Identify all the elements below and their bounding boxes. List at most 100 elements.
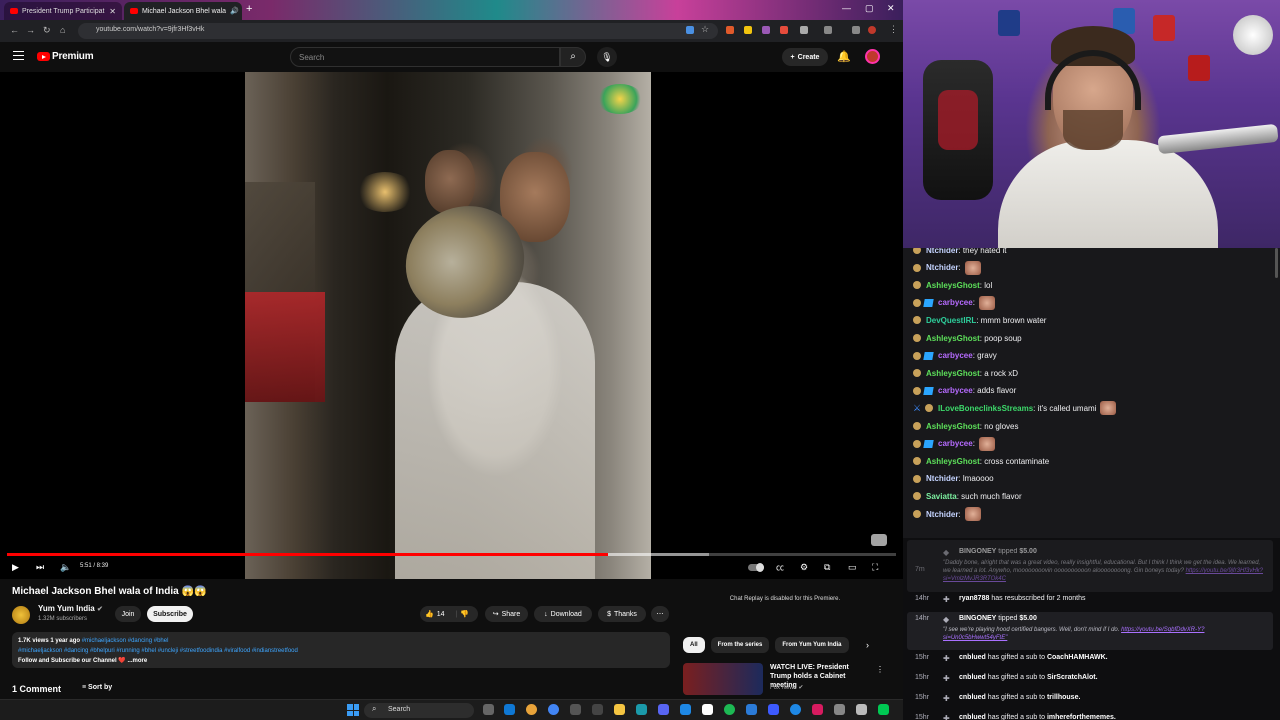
subscriber-badge-icon[interactable] — [913, 316, 921, 325]
sidebar-icon[interactable] — [824, 26, 832, 34]
browser-menu-icon[interactable]: ⋮ — [889, 24, 898, 35]
subscriber-badge-icon[interactable] — [913, 248, 921, 254]
reload-icon[interactable]: ↻ — [43, 25, 51, 36]
chevron-right-icon[interactable]: › — [866, 640, 869, 650]
youtube-premium-label[interactable]: Premium — [52, 51, 94, 62]
chrome-profile-icon[interactable] — [548, 704, 559, 715]
extension-icon[interactable] — [726, 26, 734, 34]
gift-recipient[interactable]: SirScratchAlot. — [1047, 674, 1098, 681]
app-icon[interactable] — [878, 704, 889, 715]
more-vertical-icon[interactable]: ⋮ — [876, 665, 884, 674]
channel-name[interactable]: Yum Yum India ✔ — [38, 604, 103, 613]
subscriber-badge-icon[interactable] — [913, 369, 921, 378]
settings-gear-icon[interactable]: ⚙ — [800, 562, 808, 573]
subscriber-badge-icon[interactable] — [913, 474, 921, 483]
gift-badge-icon[interactable] — [923, 439, 934, 448]
search-input[interactable]: Search — [290, 47, 560, 67]
chat-username[interactable]: Ntchider — [926, 248, 958, 255]
next-icon[interactable]: ⏭ — [36, 562, 44, 573]
autoplay-toggle[interactable] — [748, 563, 764, 572]
profile-icon[interactable] — [868, 26, 876, 34]
create-button[interactable]: + Create — [782, 48, 828, 66]
chat-username[interactable]: AshleysGhost — [926, 422, 980, 431]
taskbar-search[interactable]: Search — [364, 703, 474, 718]
chat-username[interactable]: carbycee — [938, 439, 973, 448]
discord-icon[interactable] — [658, 704, 669, 715]
windows-start-icon[interactable] — [347, 704, 359, 716]
close-tab-icon[interactable]: ✕ — [109, 7, 116, 16]
app-icon[interactable] — [856, 704, 867, 715]
show-more-link[interactable]: ...more — [127, 658, 147, 664]
seek-bar[interactable] — [7, 553, 896, 556]
chat-username[interactable]: AshleysGhost — [926, 369, 980, 378]
like-icon[interactable]: 👍 — [425, 610, 434, 618]
video-frame[interactable] — [245, 72, 651, 579]
chat-username[interactable]: AshleysGhost — [926, 457, 980, 466]
extension-icon[interactable] — [744, 26, 752, 34]
browser-tab-trump[interactable]: President Trump Participat ✕ — [4, 2, 122, 20]
url-field[interactable]: youtube.com/watch?v=9jfr3Hf3vHk — [78, 23, 718, 39]
subscriber-badge-icon[interactable] — [925, 404, 933, 413]
extensions-puzzle-icon[interactable] — [800, 26, 808, 34]
close-window-icon[interactable]: ✕ — [887, 3, 895, 14]
gift-badge-icon[interactable] — [923, 298, 934, 307]
cast-icon[interactable] — [852, 26, 860, 34]
extension-icon[interactable] — [780, 26, 788, 34]
volume-icon[interactable]: 🔈 — [60, 562, 71, 573]
sort-comments-button[interactable]: ≡ Sort by — [82, 684, 112, 691]
minimize-icon[interactable]: — — [842, 3, 851, 13]
event-user[interactable]: BINGONEY — [959, 548, 996, 555]
description-hashtags[interactable]: #michaeljackson #dancing #bhelpuri #runn… — [18, 646, 664, 656]
subscriber-badge-icon[interactable] — [913, 492, 921, 501]
like-count[interactable]: 14 — [437, 611, 445, 618]
chat-username[interactable]: Ntchider — [926, 510, 958, 519]
extension-icon[interactable] — [762, 26, 770, 34]
title-hashtags[interactable]: #michaeljackson #dancing #bhel — [82, 638, 169, 644]
channel-avatar[interactable] — [12, 606, 30, 624]
chat-username[interactable]: DevQuestIRL — [926, 316, 976, 325]
voice-search-button[interactable]: 🎙 — [597, 47, 617, 67]
theater-mode-icon[interactable]: ▭ — [848, 562, 857, 573]
task-view-icon[interactable] — [483, 704, 494, 715]
fullscreen-icon[interactable]: ⛶ — [872, 562, 878, 573]
subscriber-badge-icon[interactable] — [913, 386, 921, 395]
edge-icon[interactable] — [504, 704, 515, 715]
gift-badge-icon[interactable] — [923, 386, 934, 395]
home-icon[interactable]: ⌂ — [60, 25, 65, 35]
gift-recipient[interactable]: trillhouse. — [1047, 694, 1080, 701]
chat-username[interactable]: Saviatta — [926, 492, 957, 501]
app-icon[interactable] — [636, 704, 647, 715]
subscriber-badge-icon[interactable] — [913, 298, 921, 307]
back-icon[interactable]: ← — [10, 25, 19, 35]
app-icon[interactable] — [790, 704, 801, 715]
app-icon[interactable] — [834, 704, 845, 715]
event-user[interactable]: ryan8788 — [959, 595, 989, 602]
subscriber-badge-icon[interactable] — [913, 439, 921, 448]
chat-username[interactable]: carbycee — [938, 351, 973, 360]
notifications-bell-icon[interactable]: 🔔 — [837, 50, 851, 63]
join-button[interactable]: Join — [115, 606, 141, 622]
thanks-button[interactable]: $ Thanks — [598, 606, 646, 622]
extension-icon[interactable] — [686, 26, 694, 34]
subscriber-badge-icon[interactable] — [913, 422, 921, 430]
chat-username[interactable]: AshleysGhost — [926, 334, 980, 343]
gift-badge-icon[interactable] — [923, 351, 934, 360]
gift-recipient[interactable]: CoachHAMHAWK. — [1047, 654, 1108, 661]
miniplayer-icon[interactable]: ⧉ — [824, 562, 830, 573]
play-icon[interactable]: ▶ — [12, 562, 19, 573]
browser-tab-michael-jackson[interactable]: Michael Jackson Bhel wala 🔊 ✕ — [124, 2, 242, 20]
chrome-icon[interactable] — [526, 704, 537, 715]
chip-from-channel[interactable]: From Yum Yum India — [775, 637, 849, 653]
spotify-icon[interactable] — [724, 704, 735, 715]
maximize-icon[interactable]: ▢ — [865, 3, 874, 14]
download-button[interactable]: ↓ Download — [534, 606, 592, 622]
captions-icon[interactable]: ㏄ — [776, 562, 784, 573]
hamburger-menu-icon[interactable] — [13, 51, 24, 60]
moderator-badge-icon[interactable]: ⚔ — [913, 403, 922, 413]
event-user[interactable]: cnblued — [959, 674, 986, 681]
search-button[interactable]: ⌕ — [560, 47, 586, 67]
subscriber-badge-icon[interactable] — [913, 351, 921, 360]
more-actions-button[interactable]: ⋯ — [651, 606, 669, 622]
chat-username[interactable]: AshleysGhost — [926, 281, 980, 290]
event-user[interactable]: cnblued — [959, 654, 986, 661]
